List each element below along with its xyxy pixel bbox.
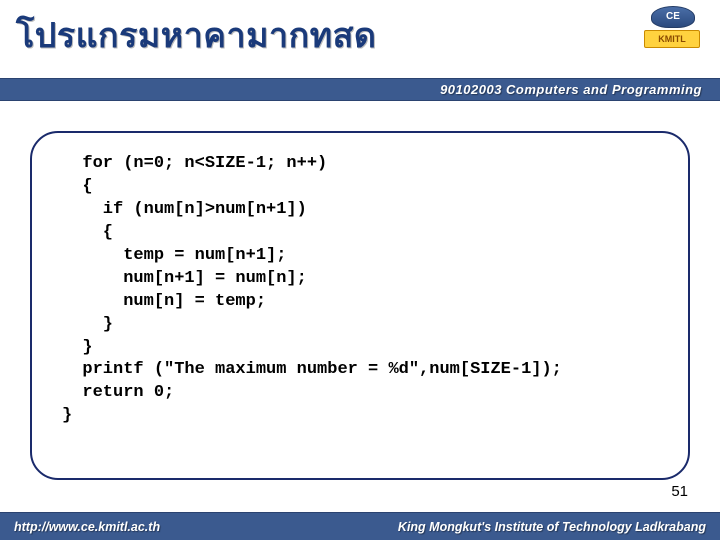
code-box: for (n=0; n<SIZE-1; n++) { if (num[n]>nu… — [30, 131, 690, 480]
header: โปรแกรมหาคามากทสด CE KMITL — [0, 0, 720, 78]
code-block: for (n=0; n<SIZE-1; n++) { if (num[n]>nu… — [62, 153, 658, 428]
page-title: โปรแกรมหาคามากทสด — [16, 8, 704, 62]
content: for (n=0; n<SIZE-1; n++) { if (num[n]>nu… — [0, 101, 720, 490]
logo-bottom: KMITL — [644, 30, 700, 48]
slide: โปรแกรมหาคามากทสด CE KMITL 90102003 Comp… — [0, 0, 720, 540]
course-bar: 90102003 Computers and Programming — [0, 78, 720, 101]
footer: http://www.ce.kmitl.ac.th King Mongkut's… — [0, 512, 720, 540]
footer-url: http://www.ce.kmitl.ac.th — [14, 520, 160, 534]
footer-institution: King Mongkut's Institute of Technology L… — [398, 520, 706, 534]
page-number: 51 — [671, 483, 688, 500]
kmitl-logo: CE KMITL — [644, 6, 702, 50]
logo-top: CE — [651, 6, 695, 28]
